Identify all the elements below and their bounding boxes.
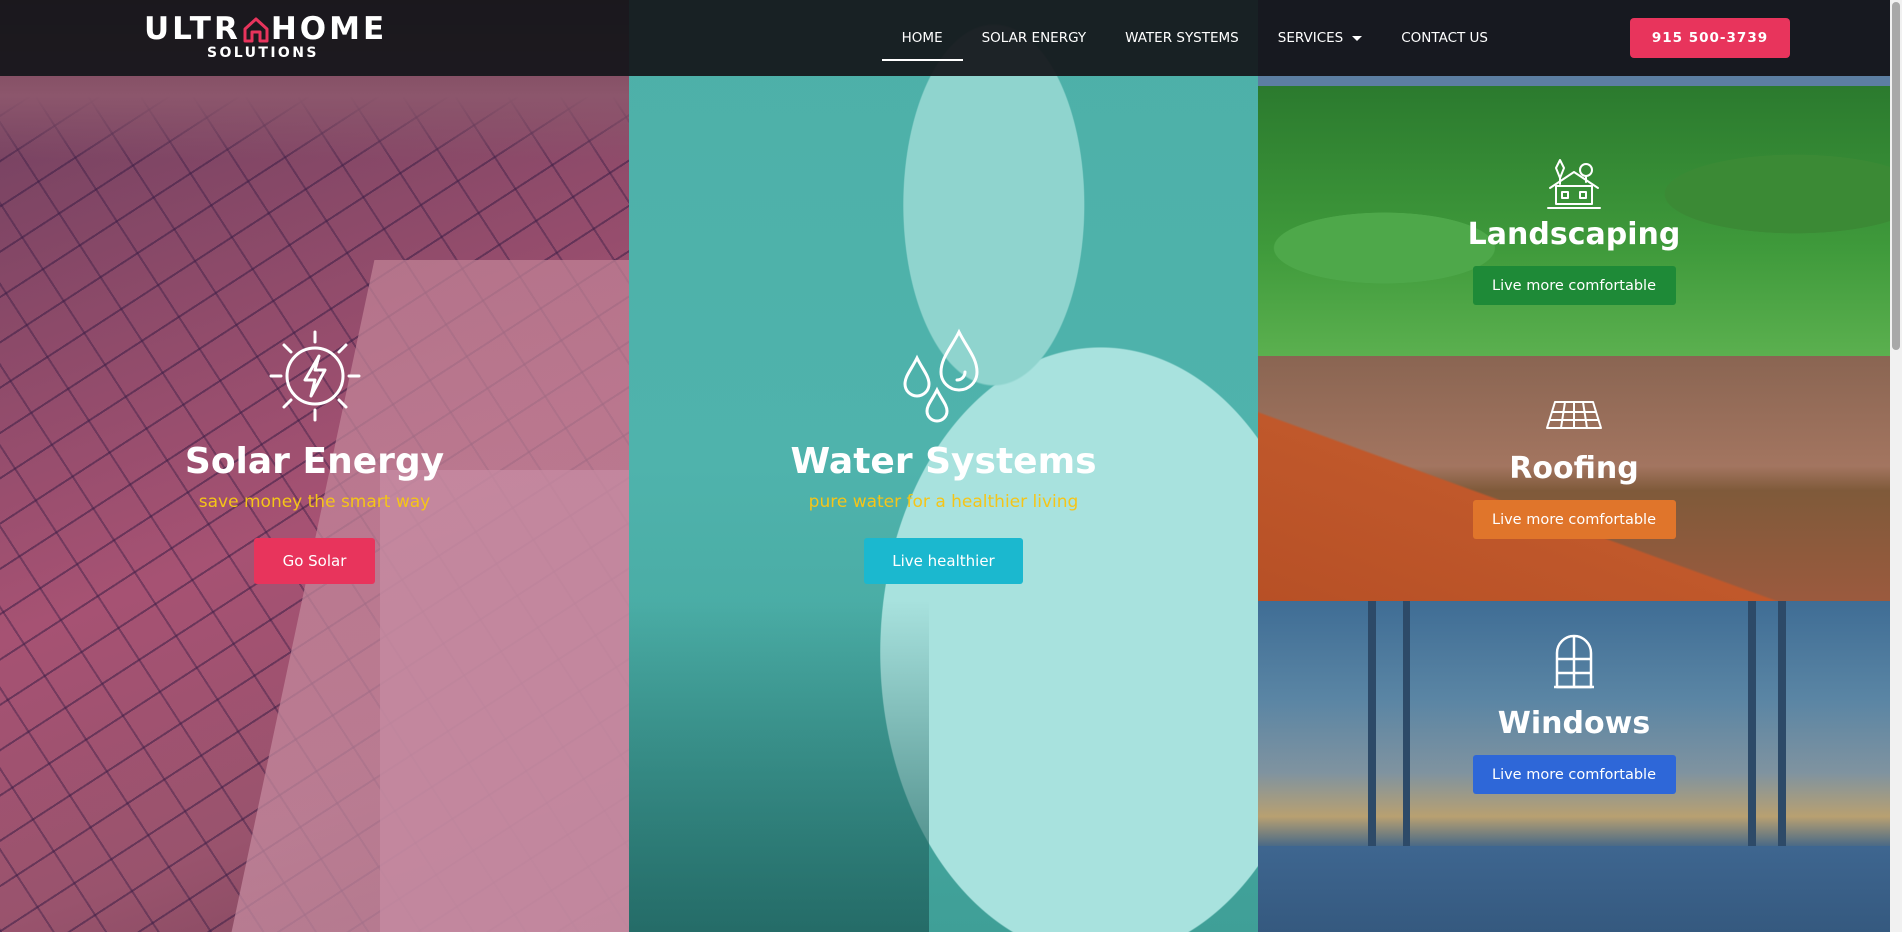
- windows-title: Windows: [1497, 706, 1651, 741]
- logo-wordmark: ULTR HOME: [144, 13, 387, 45]
- live-healthier-button[interactable]: Live healthier: [864, 538, 1023, 584]
- page-scrollbar[interactable]: [1890, 0, 1902, 932]
- water-systems-section: Water Systems pure water for a healthier…: [629, 0, 1258, 932]
- roofing-button[interactable]: Live more comfortable: [1472, 500, 1676, 539]
- scrollbar-thumb[interactable]: [1892, 2, 1900, 350]
- roof-tiles-icon: [1546, 401, 1602, 429]
- water-content: Water Systems pure water for a healthier…: [629, 328, 1258, 584]
- landscaping-tile: Landscaping Live more comfortable: [1258, 86, 1890, 356]
- roofing-content: Roofing Live more comfortable: [1258, 398, 1890, 539]
- nav-contact-us-label: CONTACT US: [1401, 30, 1488, 46]
- house-logo-icon: [243, 17, 269, 43]
- water-subtitle: pure water for a healthier living: [808, 492, 1079, 512]
- nav-home[interactable]: HOME: [881, 30, 963, 61]
- landscaping-title: Landscaping: [1467, 217, 1681, 252]
- roofing-title: Roofing: [1509, 451, 1639, 486]
- windows-content: Windows Live more comfortable: [1258, 633, 1890, 794]
- solar-panel-section: Solar Energy save money the smart way Go…: [0, 0, 629, 932]
- windows-button[interactable]: Live more comfortable: [1472, 755, 1676, 794]
- phone-button[interactable]: 915 500-3739: [1630, 18, 1790, 58]
- logo-text-ultr: ULTR: [144, 11, 241, 47]
- nav-water-systems[interactable]: WATER SYSTEMS: [1125, 30, 1239, 46]
- nav-services-label: SERVICES: [1277, 30, 1344, 46]
- solar-subtitle: save money the smart way: [198, 492, 431, 512]
- nav-home-label: HOME: [901, 30, 943, 46]
- nav-solar-energy-label: SOLAR ENERGY: [981, 30, 1087, 46]
- background-shadow: [629, 600, 929, 932]
- site-header: ULTR HOME SOLUTIONS HOME SOLAR ENERGY WA…: [0, 0, 1890, 76]
- nav-solar-energy[interactable]: SOLAR ENERGY: [982, 30, 1087, 46]
- landscaping-button[interactable]: Live more comfortable: [1472, 266, 1676, 305]
- nav-water-systems-label: WATER SYSTEMS: [1125, 30, 1239, 46]
- roofing-tile: Roofing Live more comfortable: [1258, 356, 1890, 601]
- main-nav: HOME SOLAR ENERGY WATER SYSTEMS SERVICES…: [863, 0, 1488, 76]
- nav-services[interactable]: SERVICES: [1277, 30, 1363, 46]
- landscaping-content: Landscaping Live more comfortable: [1258, 158, 1890, 305]
- logo-text-home: HOME: [270, 11, 388, 47]
- water-title: Water Systems: [790, 441, 1097, 482]
- go-solar-button[interactable]: Go Solar: [254, 538, 375, 584]
- logo-subtitle: SOLUTIONS: [207, 45, 319, 61]
- house-trees-icon: [1547, 159, 1601, 209]
- nav-contact-us[interactable]: CONTACT US: [1401, 30, 1488, 46]
- solar-title: Solar Energy: [184, 441, 445, 482]
- services-column: Landscaping Live more comfortable Roofin…: [1258, 0, 1890, 932]
- water-drops-icon: [902, 328, 979, 423]
- windows-tile: Windows Live more comfortable: [1258, 601, 1890, 846]
- caret-down-icon: [1352, 35, 1363, 41]
- arched-window-icon: [1554, 634, 1594, 689]
- next-tile-partial: [1258, 846, 1890, 932]
- logo[interactable]: ULTR HOME SOLUTIONS: [144, 13, 387, 60]
- background-strip: [1258, 76, 1890, 86]
- sun-bolt-icon: [269, 330, 360, 422]
- solar-content: Solar Energy save money the smart way Go…: [0, 328, 629, 584]
